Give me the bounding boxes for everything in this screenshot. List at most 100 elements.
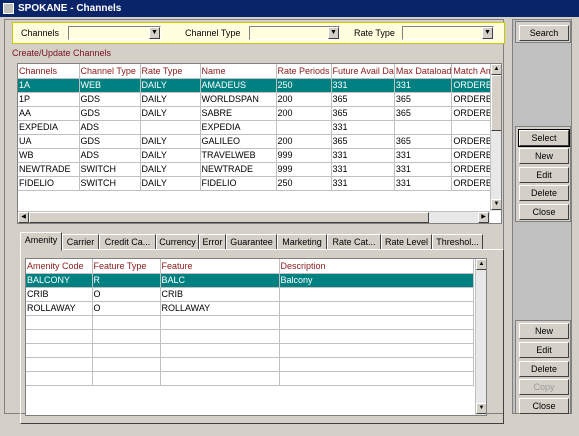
column-header[interactable]: Feature Type — [92, 259, 161, 274]
table-cell: 365 — [394, 106, 453, 121]
channels-horizontal-scrollbar[interactable]: ◀ ▶ — [18, 211, 490, 223]
table-row[interactable]: EXPEDIA ADS EXPEDIA 331 — [18, 120, 500, 135]
channels-vertical-scrollbar[interactable]: ▲ ▼ — [490, 64, 501, 211]
tab-guarantee[interactable]: Guarantee — [226, 234, 277, 250]
button-column: Search Select New Edit Delete Close New … — [512, 19, 572, 414]
channel-new-button[interactable]: New — [519, 148, 569, 164]
tab-amenity[interactable]: Amenity — [20, 232, 62, 251]
search-button-panel: Search — [515, 21, 571, 43]
table-cell — [140, 120, 201, 135]
table-cell: 999 — [276, 162, 332, 177]
scroll-down-icon[interactable]: ▼ — [476, 403, 486, 414]
table-cell: 365 — [331, 92, 395, 107]
column-header[interactable]: Feature — [160, 259, 280, 274]
table-row[interactable] — [26, 371, 474, 386]
table-cell: 1A — [18, 78, 80, 93]
table-cell: 331 — [394, 78, 453, 93]
tab-threshol[interactable]: Threshol... — [432, 234, 483, 250]
table-row[interactable]: AA GDS DAILY SABRE 200 365 365 ORDERBY — [18, 106, 500, 121]
column-header[interactable]: Future Avail Da — [331, 64, 395, 79]
tab-rate-cat[interactable]: Rate Cat... — [327, 234, 381, 250]
tab-carrier[interactable]: Carrier — [62, 234, 99, 250]
tab-currency[interactable]: Currency — [156, 234, 199, 250]
tab-error[interactable]: Error — [199, 234, 226, 250]
table-cell: DAILY — [140, 78, 201, 93]
channel-type-filter-select[interactable]: ▼ — [249, 26, 340, 40]
column-header[interactable]: Rate Periods — [276, 64, 332, 79]
tab-rate-level[interactable]: Rate Level — [381, 234, 432, 250]
table-row[interactable]: ROLLAWAY O ROLLAWAY — [26, 301, 474, 316]
chevron-down-icon[interactable]: ▼ — [482, 27, 493, 39]
search-button[interactable]: Search — [519, 25, 569, 41]
table-cell: 365 — [394, 92, 453, 107]
table-cell — [26, 315, 93, 330]
filter-bar: Channels ▼ Channel Type ▼ Rate Type ▼ — [12, 22, 505, 44]
channels-grid[interactable]: Channels Channel Type Rate Type Name Rate Pe… — [17, 63, 502, 224]
rate-type-filter-label: Rate Type — [354, 28, 395, 38]
scroll-up-icon[interactable]: ▲ — [491, 64, 501, 75]
column-header[interactable]: Description — [279, 259, 474, 274]
table-row[interactable]: NEWTRADE SWITCH DAILY NEWTRADE 999 331 331 ORDE… — [18, 162, 500, 177]
table-cell — [279, 371, 474, 386]
table-row[interactable] — [26, 329, 474, 344]
table-row[interactable]: 1P GDS DAILY WORLDSPAN 200 365 365 ORDERBY — [18, 92, 500, 107]
table-row[interactable]: CRIB O CRIB — [26, 287, 474, 302]
table-cell — [276, 120, 332, 135]
table-row[interactable]: BALCONY R BALC Balcony — [26, 273, 474, 288]
window-title: SPOKANE - Channels — [18, 3, 122, 14]
channel-delete-button[interactable]: Delete — [519, 185, 569, 201]
select-button[interactable]: Select — [518, 129, 570, 147]
table-cell: 200 — [276, 92, 332, 107]
table-cell: DAILY — [140, 162, 201, 177]
column-header[interactable]: Rate Type — [140, 64, 201, 79]
tab-credit-ca[interactable]: Credit Ca... — [99, 234, 156, 250]
table-cell: DAILY — [140, 134, 201, 149]
table-cell: DAILY — [140, 176, 201, 191]
amenity-copy-button[interactable]: Copy — [519, 379, 569, 395]
table-row[interactable]: WB ADS DAILY TRAVELWEB 999 331 331 ORDERBY — [18, 148, 500, 163]
table-cell: 250 — [276, 176, 332, 191]
amenity-delete-button[interactable]: Delete — [519, 361, 569, 377]
channels-filter-select[interactable]: ▼ — [68, 26, 161, 40]
column-header[interactable]: Max Dataload — [394, 64, 453, 79]
table-cell: FIDELIO — [200, 176, 277, 191]
amenity-table: Amenity Code Feature Type Feature Descripti… — [26, 259, 474, 386]
table-row[interactable] — [26, 357, 474, 372]
table-cell: 331 — [331, 78, 395, 93]
table-row[interactable]: UA GDS DAILY GALILEO 200 365 365 ORDERBY — [18, 134, 500, 149]
table-cell: ADS — [79, 120, 141, 135]
table-cell: AA — [18, 106, 80, 121]
scroll-up-icon[interactable]: ▲ — [476, 259, 486, 270]
tab-marketing[interactable]: Marketing — [277, 234, 327, 250]
table-row[interactable] — [26, 343, 474, 358]
table-cell: EXPEDIA — [200, 120, 277, 135]
table-cell — [394, 120, 453, 135]
table-row[interactable]: 1A WEB DAILY AMADEUS 250 331 331 ORDERBY — [18, 78, 500, 93]
table-row[interactable]: FIDELIO SWITCH DAILY FIDELIO 250 331 331 ORDERB… — [18, 176, 500, 191]
table-cell: DAILY — [140, 106, 201, 121]
channel-edit-button[interactable]: Edit — [519, 167, 569, 183]
chevron-down-icon[interactable]: ▼ — [149, 27, 160, 39]
scroll-left-icon[interactable]: ◀ — [18, 212, 29, 223]
amenity-edit-button[interactable]: Edit — [519, 342, 569, 358]
column-header[interactable]: Channel Type — [79, 64, 141, 79]
amenity-new-button[interactable]: New — [519, 323, 569, 339]
table-cell: ADS — [79, 148, 141, 163]
scroll-right-icon[interactable]: ▶ — [478, 212, 489, 223]
scroll-thumb[interactable] — [29, 212, 429, 223]
column-header[interactable]: Channels — [18, 64, 80, 79]
amenity-vertical-scrollbar[interactable]: ▲ ▼ — [475, 259, 486, 415]
table-cell: SABRE — [200, 106, 277, 121]
scroll-thumb[interactable] — [491, 75, 501, 131]
amenity-close-button[interactable]: Close — [519, 398, 569, 414]
amenity-grid[interactable]: Amenity Code Feature Type Feature Descripti… — [25, 258, 487, 416]
scroll-down-icon[interactable]: ▼ — [491, 199, 501, 210]
chevron-down-icon[interactable]: ▼ — [328, 27, 339, 39]
rate-type-filter-select[interactable]: ▼ — [402, 26, 494, 40]
table-row[interactable] — [26, 315, 474, 330]
column-header[interactable]: Name — [200, 64, 277, 79]
table-cell — [26, 371, 93, 386]
column-header[interactable]: Amenity Code — [26, 259, 93, 274]
table-cell — [26, 329, 93, 344]
channel-close-button[interactable]: Close — [519, 204, 569, 220]
